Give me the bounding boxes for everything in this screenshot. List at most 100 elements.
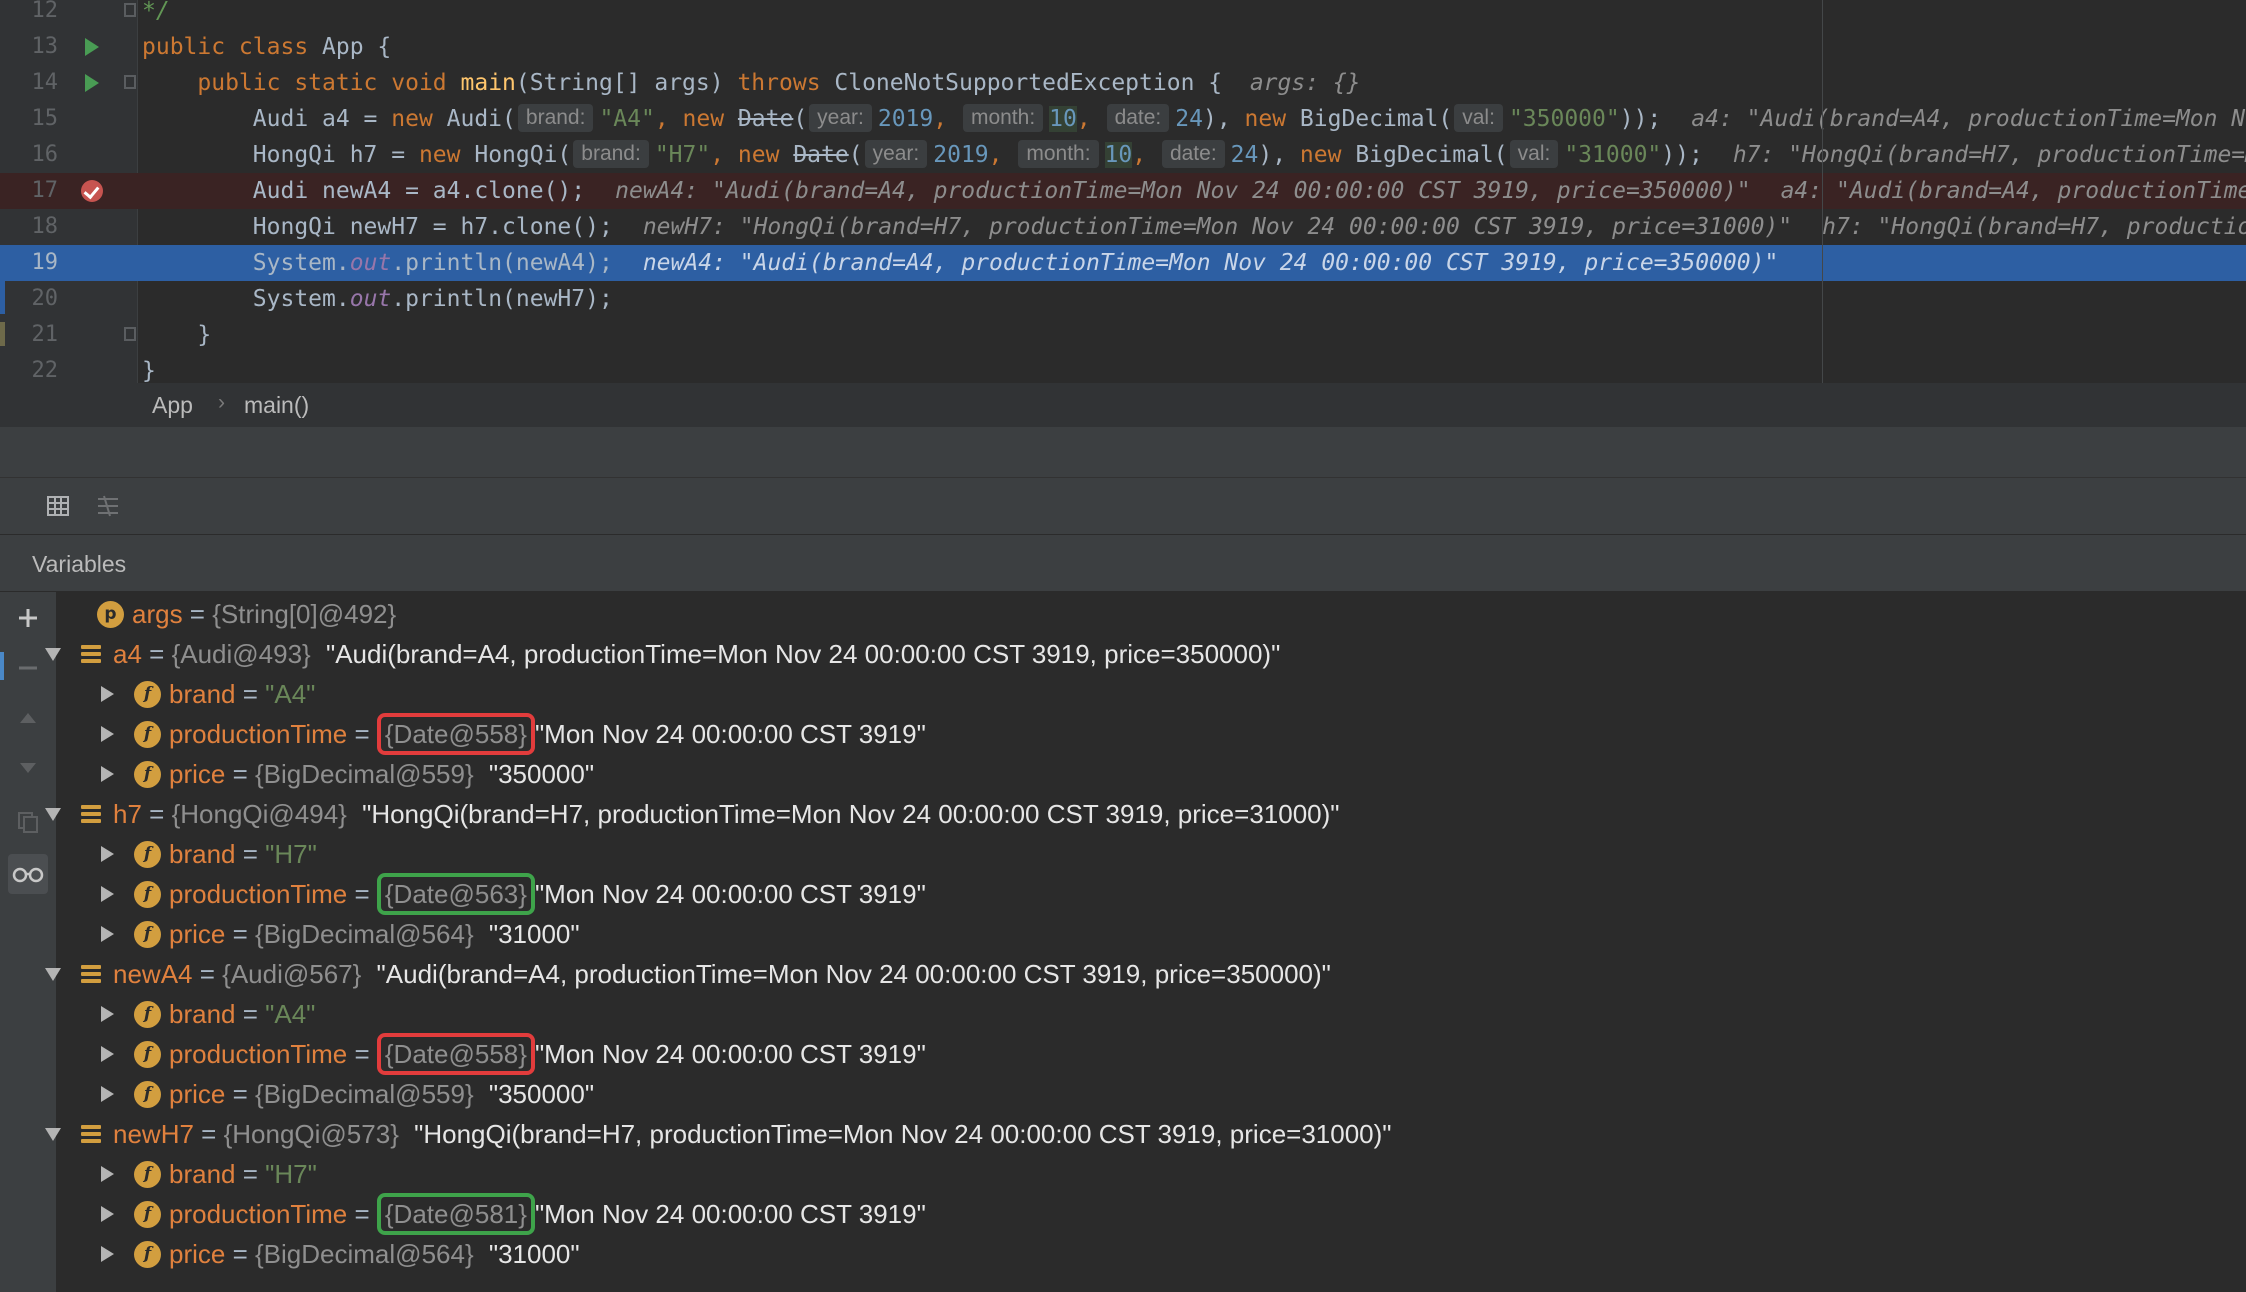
variable-name: brand — [169, 1158, 236, 1189]
collapsed-arrow-icon[interactable] — [101, 686, 114, 702]
inline-debug-value: a4: "Audi(brand=A4, productionTime=Mon N… — [1780, 178, 2246, 204]
equals-sign: = — [193, 1118, 224, 1149]
code-line[interactable]: 20 System.out.println(newH7); — [0, 281, 2246, 317]
breadcrumb-item-method[interactable]: main() — [244, 392, 309, 419]
line-number[interactable]: 13 — [0, 29, 59, 65]
collapsed-arrow-icon[interactable] — [101, 926, 114, 942]
variable-row[interactable]: newH7 = {HongQi@573} "HongQi(brand=H7, p… — [45, 1114, 2246, 1154]
code-line[interactable]: 13 public class App { — [0, 29, 2246, 65]
line-number[interactable]: 22 — [0, 353, 59, 383]
field-row[interactable]: f price = {BigDecimal@564} "31000" — [57, 914, 2246, 954]
equals-sign: = — [225, 1078, 255, 1109]
field-row[interactable]: f brand = "H7" — [57, 1154, 2246, 1194]
line-number[interactable]: 21 — [0, 317, 59, 353]
variable-value: "350000" — [481, 1078, 595, 1109]
variable-row[interactable]: newA4 = {Audi@567} "Audi(brand=A4, produ… — [45, 954, 2246, 994]
up-icon — [20, 713, 36, 723]
move-up-button[interactable] — [8, 698, 48, 738]
code-text: Audi newA4 = a4.clone(); newA4: "Audi(bra… — [142, 173, 2246, 209]
code-text: Audi a4 = new Audi(brand: "A4", new Date(… — [142, 101, 2246, 137]
code-line[interactable]: 19 System.out.println(newA4); newA4: "Aud… — [0, 245, 2246, 281]
variable-type: {String[0]@492} — [212, 598, 397, 629]
collapsed-arrow-icon[interactable] — [101, 1206, 114, 1222]
run-gutter-button[interactable] — [80, 65, 104, 101]
code-token: BigDecimal( — [1355, 142, 1508, 168]
variable-name: newA4 — [113, 958, 193, 989]
fold-icon[interactable] — [124, 327, 136, 341]
code-line[interactable]: 21 } — [0, 317, 2246, 353]
code-token: System. — [142, 286, 350, 312]
code-line[interactable]: 16 HongQi h7 = new HongQi(brand: "H7", ne… — [0, 137, 2246, 173]
line-number[interactable]: 20 — [0, 281, 59, 317]
variable-value: "Mon Nov 24 00:00:00 CST 3919" — [534, 1198, 926, 1229]
variable-row[interactable]: a4 = {Audi@493} "Audi(brand=A4, producti… — [45, 634, 2246, 674]
variables-tree[interactable]: p args = {String[0]@492} a4 = {Audi@493} "… — [45, 592, 2246, 1292]
remove-watch-button[interactable] — [8, 648, 48, 688]
field-row[interactable]: f price = {BigDecimal@564} "31000" — [57, 1234, 2246, 1274]
field-row[interactable]: f productionTime = {Date@563} "Mon Nov 24 … — [57, 873, 2246, 915]
expanded-arrow-icon[interactable] — [45, 647, 61, 661]
code-token: "A4" — [599, 106, 655, 132]
code-token: Audi newA4 = a4.clone(); — [142, 178, 586, 204]
variable-value: "A4" — [265, 998, 316, 1029]
breadcrumb-item-class[interactable]: App — [152, 392, 193, 419]
field-row[interactable]: f productionTime = {Date@558} "Mon Nov 24 … — [57, 1033, 2246, 1075]
code-token: HongQi h7 = — [142, 142, 419, 168]
collapsed-arrow-icon[interactable] — [101, 1086, 114, 1102]
move-down-button[interactable] — [8, 748, 48, 788]
code-line[interactable]: 17 Audi newA4 = a4.clone(); newA4: "Audi(… — [0, 173, 2246, 209]
fold-icon[interactable] — [124, 3, 136, 17]
field-row[interactable]: f price = {BigDecimal@559} "350000" — [57, 1074, 2246, 1114]
code-token: System. — [142, 250, 350, 276]
field-row[interactable]: f price = {BigDecimal@559} "350000" — [57, 754, 2246, 794]
collapsed-arrow-icon[interactable] — [101, 1006, 114, 1022]
variable-type: {BigDecimal@564} — [255, 1238, 474, 1269]
line-number[interactable]: 16 — [0, 137, 59, 173]
variables-title: Variables — [32, 551, 127, 577]
line-number[interactable]: 17 — [0, 173, 59, 209]
collapsed-arrow-icon[interactable] — [101, 846, 114, 862]
code-line[interactable]: 18 HongQi newH7 = h7.clone(); newH7: "Hon… — [0, 209, 2246, 245]
layout-icon[interactable] — [96, 494, 120, 518]
show-watches-button[interactable] — [8, 854, 48, 894]
code-line[interactable]: 14 public static void main(String[] args… — [0, 65, 2246, 101]
expanded-arrow-icon[interactable] — [45, 807, 61, 821]
variable-row[interactable]: p args = {String[0]@492} — [57, 594, 2246, 634]
line-number[interactable]: 18 — [0, 209, 59, 245]
code-line[interactable]: 15 Audi a4 = new Audi(brand: "A4", new Da… — [0, 101, 2246, 137]
line-number[interactable]: 19 — [0, 245, 59, 281]
table-icon[interactable] — [46, 494, 70, 518]
run-gutter-button[interactable] — [80, 29, 104, 65]
code-token: )); — [1661, 142, 1703, 168]
code-lines[interactable]: 12 */13 public class App {14 public static… — [0, 0, 2246, 383]
breakpoint-toggle[interactable] — [80, 173, 104, 209]
equals-sign: = — [235, 838, 266, 869]
line-number[interactable]: 14 — [0, 65, 59, 101]
code-line[interactable]: 22} — [0, 353, 2246, 383]
variable-value: "A4" — [265, 678, 316, 709]
collapsed-arrow-icon[interactable] — [101, 1246, 114, 1262]
field-row[interactable]: f brand = "A4" — [57, 994, 2246, 1034]
expanded-arrow-icon[interactable] — [45, 967, 61, 981]
variable-name: price — [169, 1078, 226, 1109]
collapsed-arrow-icon[interactable] — [101, 766, 114, 782]
variable-row[interactable]: h7 = {HongQi@494} "HongQi(brand=H7, prod… — [45, 794, 2246, 834]
line-number[interactable]: 12 — [0, 0, 59, 29]
field-icon: f — [134, 1040, 161, 1068]
collapsed-arrow-icon[interactable] — [101, 726, 114, 742]
line-number[interactable]: 15 — [0, 101, 59, 137]
equals-sign: = — [141, 638, 172, 669]
collapsed-arrow-icon[interactable] — [101, 1046, 114, 1062]
add-watch-button[interactable] — [8, 598, 48, 638]
code-line[interactable]: 12 */ — [0, 0, 2246, 29]
field-row[interactable]: f brand = "A4" — [57, 674, 2246, 714]
code-editor[interactable]: 12 */13 public class App {14 public static… — [0, 0, 2246, 383]
collapsed-arrow-icon[interactable] — [101, 1166, 114, 1182]
copy-watch-button[interactable] — [8, 802, 48, 842]
fold-icon[interactable] — [124, 75, 136, 89]
field-row[interactable]: f productionTime = {Date@581} "Mon Nov 24 … — [57, 1193, 2246, 1235]
field-row[interactable]: f brand = "H7" — [57, 834, 2246, 874]
expanded-arrow-icon[interactable] — [45, 1127, 61, 1141]
field-row[interactable]: f productionTime = {Date@558} "Mon Nov 24 … — [57, 713, 2246, 755]
collapsed-arrow-icon[interactable] — [101, 886, 114, 902]
